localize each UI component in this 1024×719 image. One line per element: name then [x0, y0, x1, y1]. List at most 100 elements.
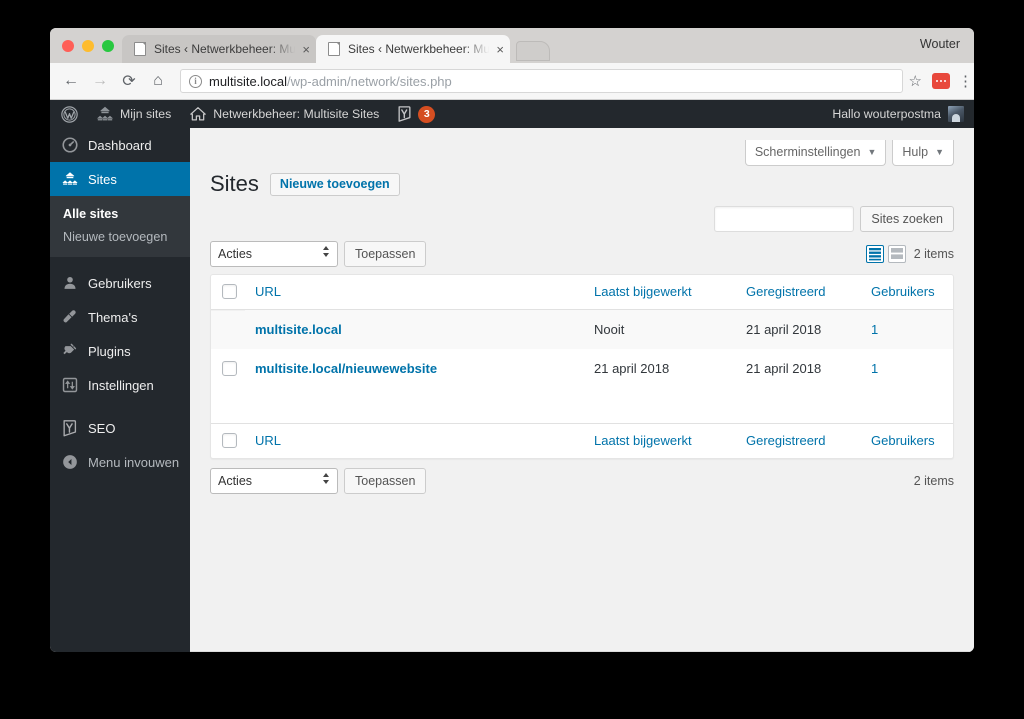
- table-row: multisite.local/nieuwewebsite 21 april 2…: [211, 349, 953, 423]
- apply-bulk-action-button-bottom[interactable]: Toepassen: [344, 467, 427, 494]
- close-tab-icon[interactable]: ×: [492, 42, 504, 57]
- close-window-button[interactable]: [62, 39, 74, 52]
- browser-menu-icon[interactable]: ⋮: [958, 74, 973, 89]
- reload-icon[interactable]: ⟳: [116, 68, 142, 94]
- site-url-link[interactable]: multisite.local: [255, 322, 342, 337]
- sidebar-subitem-alle-sites[interactable]: Alle sites: [50, 203, 190, 226]
- adminbar-notification-badge[interactable]: 3: [418, 105, 436, 123]
- url-host: multisite.local: [209, 73, 288, 89]
- column-footer-url[interactable]: URL: [245, 422, 584, 458]
- table-header-row: URL Laatst bijgewerkt Geregistreerd Gebr…: [211, 275, 953, 310]
- tablenav-top: Acties Toepassen 2 items: [210, 240, 954, 268]
- bulk-actions-select-bottom[interactable]: Acties: [210, 467, 338, 494]
- wp-admin-bar: Mijn sites Netwerkbeheer: Multisite Site…: [50, 100, 974, 128]
- maximize-window-button[interactable]: [102, 39, 114, 52]
- adminbar-account[interactable]: Hallo wouterpostma: [832, 100, 974, 128]
- items-count-top: 2 items: [913, 246, 954, 261]
- sidebar-item-instellingen[interactable]: Instellingen: [50, 368, 190, 402]
- adminbar-seo[interactable]: 3: [388, 100, 444, 128]
- collapse-menu-button[interactable]: Menu invouwen: [50, 445, 190, 479]
- sidebar-item-sites[interactable]: Sites: [50, 162, 198, 196]
- sites-table: URL Laatst bijgewerkt Geregistreerd Gebr…: [210, 273, 954, 459]
- column-header-registered[interactable]: Geregistreerd: [736, 275, 861, 310]
- row-registered-cell: 21 april 2018: [746, 360, 822, 376]
- select-all-checkbox-bottom[interactable]: [222, 432, 237, 448]
- column-header-updated[interactable]: Laatst bijgewerkt: [584, 275, 736, 310]
- items-count-bottom: 2 items: [913, 473, 954, 488]
- browser-tab-2[interactable]: Sites ‹ Netwerkbeheer: Multisit ×: [316, 35, 510, 63]
- sidebar-item-seo[interactable]: SEO: [50, 411, 190, 445]
- site-info-icon[interactable]: i: [189, 74, 202, 88]
- site-url-link[interactable]: multisite.local/nieuwewebsite: [255, 361, 437, 376]
- plugins-icon: [63, 343, 77, 355]
- close-tab-icon[interactable]: ×: [298, 42, 310, 57]
- sidebar-item-label: Gebruikers: [88, 275, 152, 291]
- collapse-menu-label: Menu invouwen: [88, 454, 180, 470]
- back-icon[interactable]: ←: [58, 68, 84, 94]
- help-button[interactable]: Hulp ▼: [892, 140, 954, 166]
- page-favicon: [328, 42, 340, 56]
- view-switch: [865, 244, 906, 263]
- apply-bulk-action-button-top[interactable]: Toepassen: [344, 240, 427, 267]
- admin-footer: Bedankt voor het gebruiken van WordPress…: [190, 651, 974, 652]
- sidebar-item-label: SEO: [88, 420, 116, 436]
- select-all-footer: [211, 422, 245, 458]
- add-new-site-button[interactable]: Nieuwe toevoegen: [269, 172, 400, 196]
- tablenav-bottom: Acties Toepassen 2 items: [210, 467, 954, 495]
- adminbar-wp-logo[interactable]: [52, 100, 87, 128]
- new-tab-button[interactable]: [516, 41, 550, 61]
- bulk-actions-select-top[interactable]: Acties: [210, 240, 338, 267]
- admin-sidebar-menu: Dashboard Sites Alle sites Nieuwe toevoe: [50, 128, 198, 652]
- extension-icon[interactable]: [932, 73, 950, 89]
- row-url-cell: multisite.local: [245, 309, 584, 349]
- sidebar-item-gebruikers[interactable]: Gebruikers: [50, 266, 190, 300]
- adminbar-my-sites-label: Mijn sites: [120, 107, 172, 121]
- row-updated-cell: 21 april 2018: [594, 360, 670, 376]
- bookmark-star-icon[interactable]: ☆: [909, 72, 922, 90]
- sidebar-item-label: Sites: [88, 171, 117, 187]
- site-users-link[interactable]: 1: [871, 361, 878, 376]
- column-footer-updated[interactable]: Laatst bijgewerkt: [584, 422, 736, 458]
- forward-icon[interactable]: →: [87, 68, 113, 94]
- sites-table-head: URL Laatst bijgewerkt Geregistreerd Gebr…: [211, 275, 953, 310]
- screen-meta-links: Scherminstellingen ▼ Hulp ▼: [210, 138, 954, 166]
- sidebar-item-themas[interactable]: Thema's: [50, 300, 190, 334]
- page-title: Sites: [210, 171, 259, 196]
- yoast-seo-icon: [63, 420, 77, 437]
- screen-options-label: Scherminstellingen: [754, 145, 861, 159]
- url-path: /wp-admin/network/sites.php: [287, 73, 452, 89]
- browser-profile-name[interactable]: Wouter: [920, 37, 960, 51]
- home-icon[interactable]: ⌂: [145, 68, 171, 94]
- search-submit-button[interactable]: Sites zoeken: [860, 205, 954, 232]
- address-bar[interactable]: i multisite.local/wp-admin/network/sites…: [180, 69, 903, 93]
- site-users-link[interactable]: 1: [871, 322, 878, 337]
- sidebar-subitem-nieuwe-toevoegen[interactable]: Nieuwe toevoegen: [50, 226, 190, 249]
- list-view-icon[interactable]: [865, 244, 884, 263]
- column-footer-registered[interactable]: Geregistreerd: [736, 422, 861, 458]
- minimize-window-button[interactable]: [82, 39, 94, 52]
- adminbar-my-sites[interactable]: Mijn sites: [87, 100, 180, 128]
- sidebar-item-label: Instellingen: [88, 377, 154, 393]
- sidebar-item-dashboard[interactable]: Dashboard: [50, 128, 190, 162]
- sites-table-body: multisite.local Nooit 21 april 2018 1 mu…: [211, 309, 953, 423]
- users-icon: [64, 276, 76, 289]
- browser-tab-1[interactable]: Sites ‹ Netwerkbeheer: Multisit ×: [122, 35, 316, 63]
- sidebar-item-label: Thema's: [88, 309, 138, 325]
- tab-title: Sites ‹ Netwerkbeheer: Multisit: [154, 42, 299, 56]
- sidebar-item-plugins[interactable]: Plugins: [50, 334, 190, 368]
- chevron-down-icon: ▼: [867, 147, 877, 157]
- browser-window: Sites ‹ Netwerkbeheer: Multisit × Sites …: [50, 28, 974, 652]
- tablenav-right-bottom: 2 items: [914, 474, 954, 488]
- row-updated-cell: Nooit: [584, 309, 736, 349]
- excerpt-view-icon[interactable]: [887, 244, 906, 263]
- bulk-actions-selected-value: Acties: [218, 246, 253, 261]
- adminbar-network-admin[interactable]: Netwerkbeheer: Multisite Sites: [180, 100, 388, 128]
- appearance-icon: [63, 310, 76, 323]
- network-sites-icon: [97, 106, 113, 121]
- screen-options-button[interactable]: Scherminstellingen ▼: [744, 140, 887, 166]
- select-all-checkbox-top[interactable]: [222, 283, 237, 299]
- row-checkbox[interactable]: [222, 360, 237, 376]
- settings-icon: [62, 377, 78, 393]
- search-input[interactable]: [714, 205, 855, 232]
- column-header-url[interactable]: URL: [245, 275, 584, 310]
